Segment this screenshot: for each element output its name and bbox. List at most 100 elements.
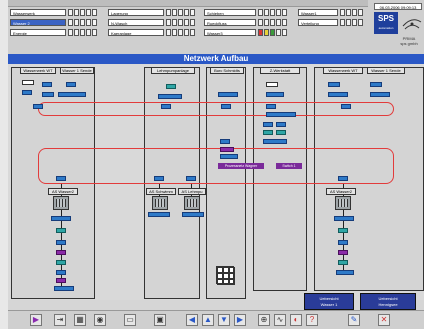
- status-label[interactable]: N-Wasch: [108, 19, 164, 26]
- network-node[interactable]: [263, 139, 287, 144]
- chart-icon[interactable]: ◐: [290, 314, 302, 326]
- network-node[interactable]: [338, 250, 348, 255]
- status-row[interactable]: Wasser 2: [10, 18, 98, 27]
- network-node[interactable]: [56, 270, 66, 275]
- network-node[interactable]: [158, 94, 182, 99]
- play-icon[interactable]: ▶: [30, 314, 42, 326]
- status-label[interactable]: Wasser1: [298, 9, 338, 16]
- status-row[interactable]: Wasserwerk: [10, 8, 98, 17]
- network-node[interactable]: [220, 139, 230, 144]
- plc-rack-icon[interactable]: [152, 196, 168, 210]
- status-label[interactable]: Wasser3: [204, 29, 256, 36]
- ring-switch[interactable]: [221, 104, 231, 109]
- help-icon[interactable]: ?: [306, 314, 318, 326]
- status-label[interactable]: Verteilung: [298, 19, 338, 26]
- status-row[interactable]: Energie: [10, 28, 98, 37]
- edit-icon[interactable]: ✎: [348, 314, 360, 326]
- network-node[interactable]: [58, 92, 86, 97]
- network-node[interactable]: [51, 216, 71, 221]
- ring-switch[interactable]: [56, 176, 66, 181]
- network-node[interactable]: [56, 250, 66, 255]
- network-node[interactable]: [338, 240, 348, 245]
- uebersicht-wasser-button[interactable]: Uebersicht Wasser 1: [304, 293, 354, 310]
- network-node[interactable]: [266, 112, 296, 117]
- status-label[interactable]: Lagerung: [108, 9, 164, 16]
- network-node[interactable]: [42, 92, 54, 97]
- network-node[interactable]: [328, 82, 340, 87]
- screen-icon[interactable]: ▭: [124, 314, 136, 326]
- network-node[interactable]: [22, 80, 34, 85]
- config-icon[interactable]: ▣: [154, 314, 166, 326]
- up-icon[interactable]: ▲: [202, 314, 214, 326]
- status-row[interactable]: Lagerung: [108, 8, 196, 17]
- status-row[interactable]: Wasser3: [204, 28, 288, 37]
- status-label[interactable]: Schieben: [204, 9, 256, 16]
- network-node[interactable]: [266, 92, 284, 97]
- uebersicht-hennigsee-button[interactable]: Uebersicht Hennigsee: [360, 293, 416, 310]
- exit-icon[interactable]: ✕: [378, 314, 390, 326]
- ring-switch[interactable]: [338, 176, 348, 181]
- back-icon[interactable]: ◀: [186, 314, 198, 326]
- status-label[interactable]: Kaeranlage: [108, 29, 164, 36]
- network-node[interactable]: [220, 147, 234, 152]
- plc-rack-icon[interactable]: [335, 196, 351, 210]
- network-node[interactable]: [148, 212, 170, 217]
- network-node[interactable]: [263, 130, 273, 135]
- network-node[interactable]: [276, 122, 286, 127]
- network-node[interactable]: [336, 270, 354, 275]
- network-node[interactable]: [54, 286, 74, 291]
- network-node[interactable]: [338, 228, 348, 233]
- network-node[interactable]: [218, 92, 238, 97]
- status-row[interactable]: Verteilung: [298, 18, 364, 27]
- status-label[interactable]: Rueckfluss: [204, 19, 256, 26]
- alarm-icon[interactable]: ◉: [94, 314, 106, 326]
- network-node[interactable]: [220, 154, 238, 159]
- status-label[interactable]: Energie: [10, 29, 66, 36]
- station-label: AS Schwimm: [146, 188, 176, 195]
- trend-icon[interactable]: ∿: [274, 314, 286, 326]
- network-node[interactable]: [42, 82, 52, 87]
- status-row[interactable]: Schieben: [204, 8, 288, 17]
- network-node[interactable]: [182, 212, 204, 217]
- ring-switch[interactable]: [161, 104, 171, 109]
- network-node[interactable]: [370, 92, 390, 97]
- network-node[interactable]: [334, 216, 354, 221]
- section-title: Burc Schmidts: [210, 67, 244, 74]
- status-row[interactable]: Rueckfluss: [204, 18, 288, 27]
- zoom-icon[interactable]: ⊕: [258, 314, 270, 326]
- network-node[interactable]: [370, 82, 382, 87]
- network-node[interactable]: [56, 278, 66, 283]
- ring-label: Prozessnetz Wagner: [218, 163, 264, 169]
- ring-switch[interactable]: [341, 104, 351, 109]
- status-label[interactable]: Wasser 2: [10, 19, 66, 26]
- ring-switch[interactable]: [266, 104, 276, 109]
- status-label[interactable]: Wasserwerk: [10, 9, 66, 16]
- station-label: AS Wasser2: [326, 188, 356, 195]
- status-row[interactable]: Kaeranlage: [108, 28, 196, 37]
- network-node[interactable]: [276, 130, 286, 135]
- plc-rack-icon[interactable]: [53, 196, 69, 210]
- ring-switch[interactable]: [186, 176, 196, 181]
- status-row[interactable]: Wasser1: [298, 8, 364, 17]
- network-node[interactable]: [56, 228, 66, 233]
- login-icon[interactable]: ⇥: [54, 314, 66, 326]
- down-icon[interactable]: ▼: [218, 314, 230, 326]
- network-node[interactable]: [56, 240, 66, 245]
- print-icon[interactable]: ▦: [74, 314, 86, 326]
- status-group-3: Schieben Rueckfluss Wasser3: [204, 8, 294, 48]
- forward-icon[interactable]: ▶: [234, 314, 246, 326]
- section-title: Wasser 1 Sende: [60, 67, 94, 74]
- network-node[interactable]: [166, 84, 176, 89]
- network-node[interactable]: [263, 122, 273, 127]
- network-node[interactable]: [22, 90, 32, 95]
- network-node[interactable]: [328, 92, 348, 97]
- network-node[interactable]: [266, 82, 278, 87]
- ring-switch[interactable]: [33, 104, 43, 109]
- ring-switch[interactable]: [154, 176, 164, 181]
- network-node[interactable]: [56, 260, 66, 265]
- device-grid-icon[interactable]: [216, 266, 235, 285]
- status-row[interactable]: N-Wasch: [108, 18, 196, 27]
- network-node[interactable]: [338, 260, 348, 265]
- plc-rack-icon[interactable]: [184, 196, 200, 210]
- network-node[interactable]: [66, 82, 76, 87]
